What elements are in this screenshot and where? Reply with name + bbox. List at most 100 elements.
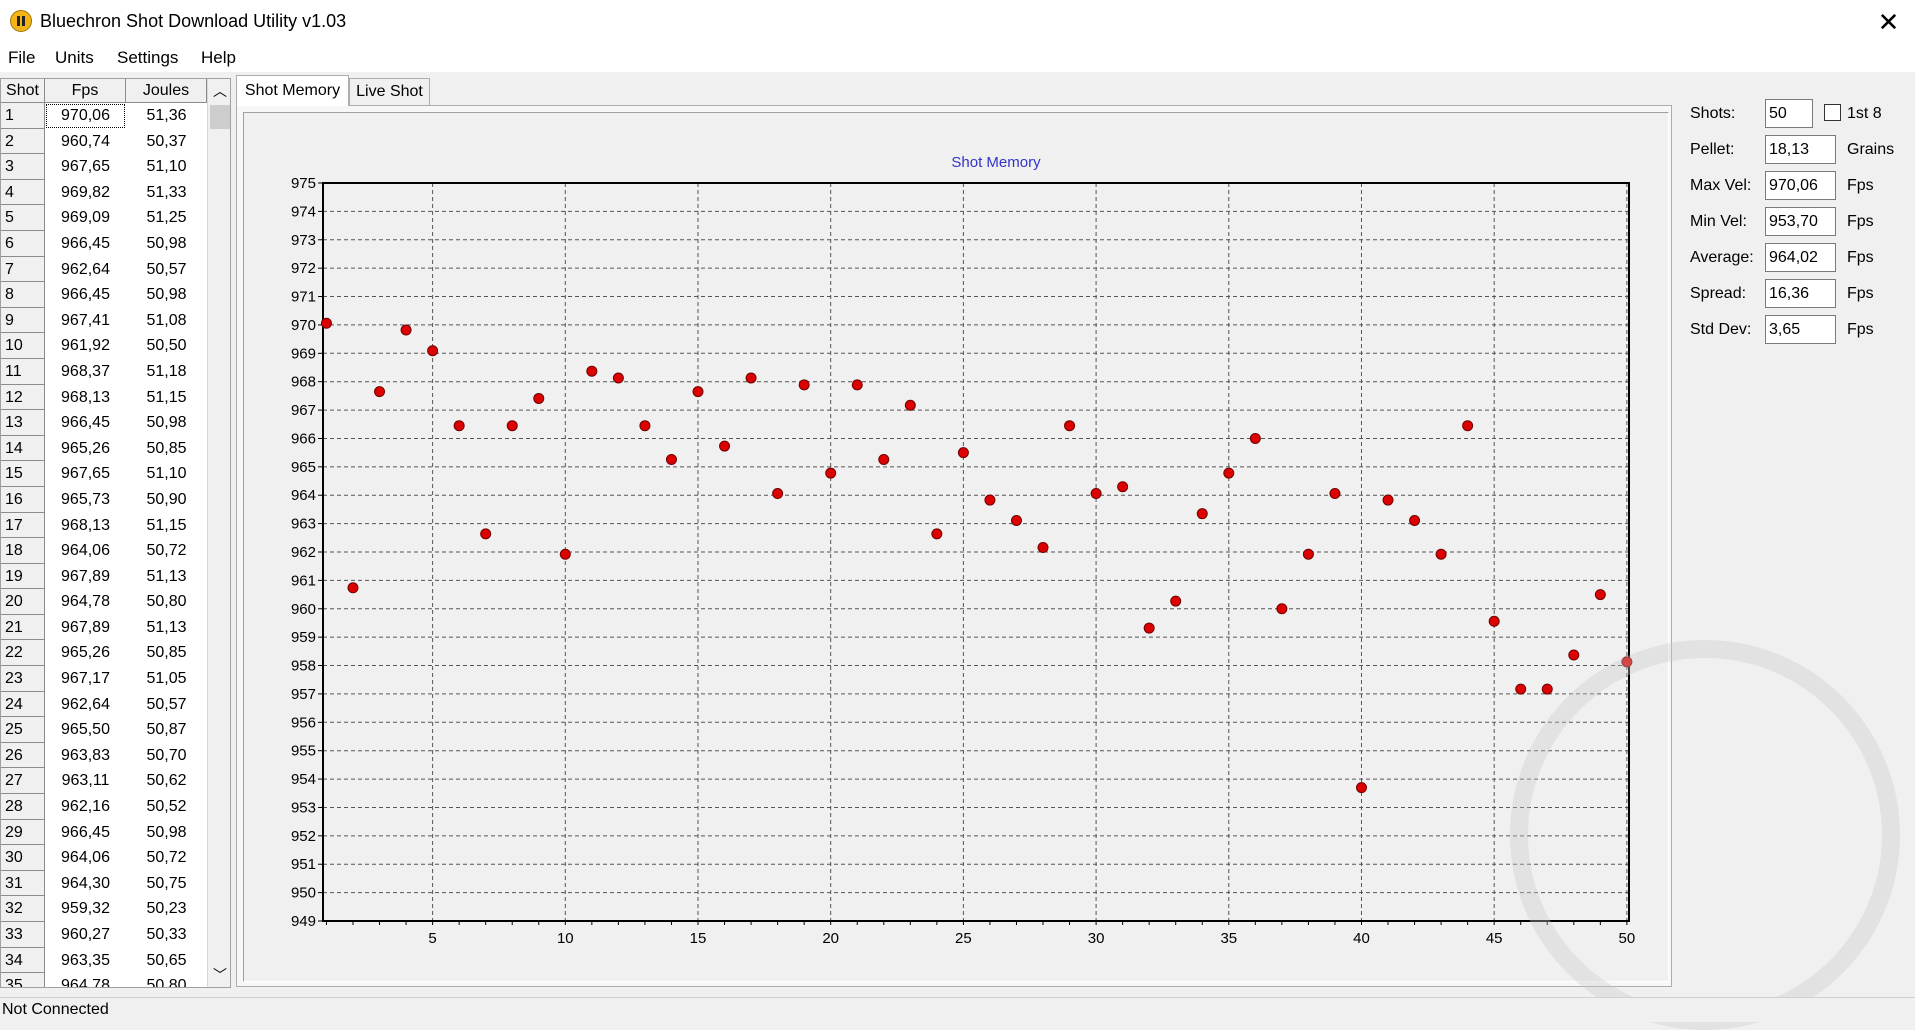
table-row[interactable]: 9 967,41 51,08 [1, 307, 207, 334]
table-row[interactable]: 28 962,16 50,52 [1, 794, 207, 820]
cell-fps[interactable]: 966,45 [45, 231, 126, 257]
table-row[interactable]: 13 966,45 50,98 [1, 410, 207, 436]
menu-help[interactable]: Help [201, 48, 236, 68]
cell-joules[interactable]: 50,85 [126, 436, 207, 462]
cell-fps[interactable]: 960,74 [45, 129, 126, 155]
cell-joules[interactable]: 50,72 [126, 845, 207, 871]
table-row[interactable]: 20 964,78 50,80 [1, 589, 207, 615]
scroll-down-icon[interactable]: ﹀ [208, 963, 230, 987]
column-header-joules[interactable]: Joules [126, 79, 207, 103]
scroll-up-icon[interactable]: ︿ [208, 79, 230, 103]
table-row[interactable]: 25 965,50 50,87 [1, 717, 207, 743]
table-row[interactable]: 32 959,32 50,23 [1, 896, 207, 922]
table-row[interactable]: 19 967,89 51,13 [1, 563, 207, 590]
cell-joules[interactable]: 50,57 [126, 257, 207, 283]
cell-fps[interactable]: 963,35 [45, 948, 126, 974]
cell-fps[interactable]: 967,41 [45, 308, 126, 334]
cell-joules[interactable]: 51,08 [126, 308, 207, 334]
minvel-field[interactable]: 953,70 [1765, 207, 1836, 236]
scroll-thumb[interactable] [210, 105, 230, 129]
cell-fps[interactable]: 969,82 [45, 180, 126, 206]
cell-joules[interactable]: 51,33 [126, 180, 207, 206]
cell-joules[interactable]: 51,25 [126, 205, 207, 231]
cell-fps[interactable]: 967,65 [45, 461, 126, 487]
cell-fps[interactable]: 969,09 [45, 205, 126, 231]
cell-joules[interactable]: 51,18 [126, 359, 207, 385]
table-row[interactable]: 18 964,06 50,72 [1, 538, 207, 564]
cell-fps[interactable]: 966,45 [45, 820, 126, 846]
table-row[interactable]: 1 970,06 51,36 [1, 103, 207, 129]
cell-fps[interactable]: 964,78 [45, 973, 126, 987]
cell-fps[interactable]: 966,45 [45, 410, 126, 436]
cell-fps[interactable]: 966,45 [45, 282, 126, 308]
shots-field[interactable]: 50 [1765, 99, 1813, 128]
table-row[interactable]: 16 965,73 50,90 [1, 486, 207, 513]
menu-settings[interactable]: Settings [117, 48, 178, 68]
cell-fps[interactable]: 965,26 [45, 436, 126, 462]
table-row[interactable]: 11 968,37 51,18 [1, 358, 207, 385]
table-row[interactable]: 34 963,35 50,65 [1, 947, 207, 974]
cell-fps[interactable]: 970,06 [45, 103, 126, 129]
table-row[interactable]: 5 969,09 51,25 [1, 205, 207, 231]
cell-fps[interactable]: 967,89 [45, 564, 126, 590]
cell-fps[interactable]: 967,65 [45, 154, 126, 180]
table-row[interactable]: 17 968,13 51,15 [1, 512, 207, 539]
table-row[interactable]: 35 964,78 50,80 [1, 973, 207, 987]
table-row[interactable]: 2 960,74 50,37 [1, 128, 207, 155]
table-row[interactable]: 33 960,27 50,33 [1, 922, 207, 948]
table-row[interactable]: 7 962,64 50,57 [1, 256, 207, 283]
tab-shot-memory[interactable]: Shot Memory [236, 75, 349, 106]
cell-joules[interactable]: 51,13 [126, 564, 207, 590]
table-row[interactable]: 21 967,89 51,13 [1, 614, 207, 641]
table-row[interactable]: 31 964,30 50,75 [1, 870, 207, 897]
column-header-shot[interactable]: Shot [1, 79, 45, 103]
cell-fps[interactable]: 964,06 [45, 538, 126, 564]
table-row[interactable]: 23 967,17 51,05 [1, 666, 207, 692]
stddev-field[interactable]: 3,65 [1765, 315, 1836, 344]
cell-joules[interactable]: 50,57 [126, 692, 207, 718]
cell-fps[interactable]: 960,27 [45, 922, 126, 948]
cell-fps[interactable]: 968,13 [45, 385, 126, 411]
table-row[interactable]: 3 967,65 51,10 [1, 154, 207, 180]
table-row[interactable]: 27 963,11 50,62 [1, 768, 207, 795]
cell-fps[interactable]: 968,37 [45, 359, 126, 385]
spread-field[interactable]: 16,36 [1765, 279, 1836, 308]
cell-joules[interactable]: 51,15 [126, 513, 207, 539]
cell-joules[interactable]: 50,98 [126, 410, 207, 436]
average-field[interactable]: 964,02 [1765, 243, 1836, 272]
menu-units[interactable]: Units [55, 48, 94, 68]
cell-joules[interactable]: 50,87 [126, 717, 207, 743]
first8-checkbox[interactable] [1824, 104, 1841, 121]
cell-fps[interactable]: 964,06 [45, 845, 126, 871]
cell-joules[interactable]: 50,50 [126, 333, 207, 359]
cell-fps[interactable]: 968,13 [45, 513, 126, 539]
table-row[interactable]: 6 966,45 50,98 [1, 230, 207, 257]
cell-fps[interactable]: 962,64 [45, 692, 126, 718]
cell-fps[interactable]: 964,30 [45, 871, 126, 897]
table-row[interactable]: 12 968,13 51,15 [1, 384, 207, 411]
cell-joules[interactable]: 50,23 [126, 896, 207, 922]
cell-fps[interactable]: 961,92 [45, 333, 126, 359]
shot-table[interactable]: Shot Fps Joules 1 970,06 51,36 2 960,74 50,37… [0, 78, 231, 988]
cell-joules[interactable]: 50,62 [126, 768, 207, 794]
cell-fps[interactable]: 962,64 [45, 257, 126, 283]
cell-joules[interactable]: 51,05 [126, 666, 207, 692]
cell-joules[interactable]: 50,75 [126, 871, 207, 897]
cell-joules[interactable]: 50,80 [126, 589, 207, 615]
table-row[interactable]: 10 961,92 50,50 [1, 333, 207, 359]
menu-file[interactable]: File [8, 48, 35, 68]
cell-joules[interactable]: 51,13 [126, 615, 207, 641]
cell-joules[interactable]: 51,10 [126, 154, 207, 180]
column-header-fps[interactable]: Fps [45, 79, 126, 103]
cell-fps[interactable]: 967,89 [45, 615, 126, 641]
cell-joules[interactable]: 50,90 [126, 487, 207, 513]
cell-joules[interactable]: 50,52 [126, 794, 207, 820]
table-row[interactable]: 22 965,26 50,85 [1, 640, 207, 667]
table-row[interactable]: 30 964,06 50,72 [1, 845, 207, 871]
cell-fps[interactable]: 965,73 [45, 487, 126, 513]
cell-fps[interactable]: 962,16 [45, 794, 126, 820]
cell-fps[interactable]: 965,50 [45, 717, 126, 743]
cell-fps[interactable]: 959,32 [45, 896, 126, 922]
table-row[interactable]: 8 966,45 50,98 [1, 282, 207, 308]
close-button[interactable]: ✕ [1862, 0, 1915, 44]
